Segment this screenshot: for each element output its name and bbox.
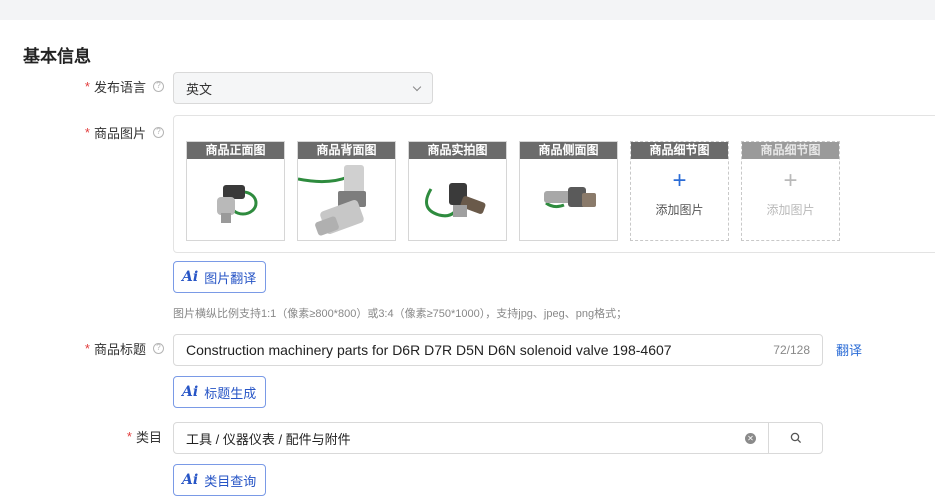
chevron-down-icon <box>412 82 422 91</box>
add-detail-image-slot[interactable]: 商品细节图 + 添加图片 <box>630 141 729 241</box>
required-mark: * <box>84 124 90 140</box>
clear-icon[interactable]: ✕ <box>745 432 756 444</box>
ai-icon: Ai <box>182 269 199 285</box>
add-detail-image-slot-disabled: 商品细节图 + 添加图片 <box>741 141 840 241</box>
image-slot-caption: 商品正面图 <box>187 142 284 159</box>
image-slot-real[interactable]: 商品实拍图 <box>408 141 507 241</box>
solenoid-valve-image <box>544 187 596 209</box>
image-slot-side[interactable]: 商品侧面图 <box>519 141 618 241</box>
title-input-value: Construction machinery parts for D6R D7R… <box>186 342 672 358</box>
question-help-icon[interactable]: ? <box>153 126 164 138</box>
language-label-text: 发布语言 <box>93 79 146 95</box>
add-image-label: 添加图片 <box>655 203 704 217</box>
title-label: * 商品标题 ? <box>40 338 164 358</box>
category-query-label: 类目查询 <box>204 473 257 489</box>
solenoid-valve-image <box>297 165 366 236</box>
category-input[interactable]: 工具 / 仪器仪表 / 配件与附件 ✕ <box>173 422 823 454</box>
language-select-value: 英文 <box>186 81 213 97</box>
solenoid-valve-image <box>425 183 486 218</box>
image-slot-caption: 商品细节图 <box>631 142 728 159</box>
plus-icon: + <box>783 167 798 194</box>
title-char-counter: 72/128 <box>773 343 810 357</box>
image-slot-caption: 商品细节图 <box>742 142 839 159</box>
category-query-button[interactable]: Ai 类目查询 <box>173 464 267 496</box>
images-label-text: 商品图片 <box>93 125 146 141</box>
ai-icon: Ai <box>182 384 199 400</box>
add-image-label: 添加图片 <box>766 203 815 217</box>
language-select[interactable]: 英文 <box>173 72 433 104</box>
image-slot-caption: 商品实拍图 <box>409 142 506 159</box>
solenoid-valve-image <box>217 185 258 223</box>
category-search-button[interactable] <box>768 423 822 453</box>
image-slot-front[interactable]: 商品正面图 <box>186 141 285 241</box>
images-label: * 商品图片 ? <box>40 122 164 142</box>
image-slot-caption: 商品侧面图 <box>520 142 617 159</box>
title-generate-button[interactable]: Ai 标题生成 <box>173 376 267 408</box>
translate-link[interactable]: 翻译 <box>836 340 862 359</box>
language-label: * 发布语言 ? <box>40 76 164 96</box>
image-translate-label: 图片翻译 <box>204 270 257 286</box>
title-generate-label: 标题生成 <box>204 385 257 401</box>
category-label: * 类目 <box>40 426 162 446</box>
search-icon <box>790 432 801 444</box>
image-slot-caption: 商品背面图 <box>298 142 395 159</box>
required-mark: * <box>84 340 90 356</box>
image-slot-back[interactable]: 商品背面图 <box>297 141 396 241</box>
basic-info-card: 基本信息 * 发布语言 ? 英文 * 商品图片 ? 商品正面图 商品背面图 商品… <box>0 20 935 504</box>
ai-icon: Ai <box>182 472 199 488</box>
required-mark: * <box>126 428 132 444</box>
category-label-text: 类目 <box>135 429 162 445</box>
title-input[interactable]: Construction machinery parts for D6R D7R… <box>173 334 823 366</box>
image-translate-button[interactable]: Ai 图片翻译 <box>173 261 267 293</box>
image-format-hint: 图片横纵比例支持1:1（像素≥800*800）或3:4（像素≥750*1000）… <box>173 308 628 320</box>
category-input-value: 工具 / 仪器仪表 / 配件与附件 <box>186 431 351 447</box>
question-help-icon[interactable]: ? <box>153 342 164 354</box>
section-title: 基本信息 <box>23 47 91 66</box>
required-mark: * <box>84 78 90 94</box>
image-upload-panel: 商品正面图 商品背面图 商品实拍图 商品侧面图 商品细节图 + 添加图片 商品细… <box>173 115 935 253</box>
plus-icon: + <box>672 167 687 194</box>
question-help-icon[interactable]: ? <box>153 80 164 92</box>
title-label-text: 商品标题 <box>93 341 146 357</box>
